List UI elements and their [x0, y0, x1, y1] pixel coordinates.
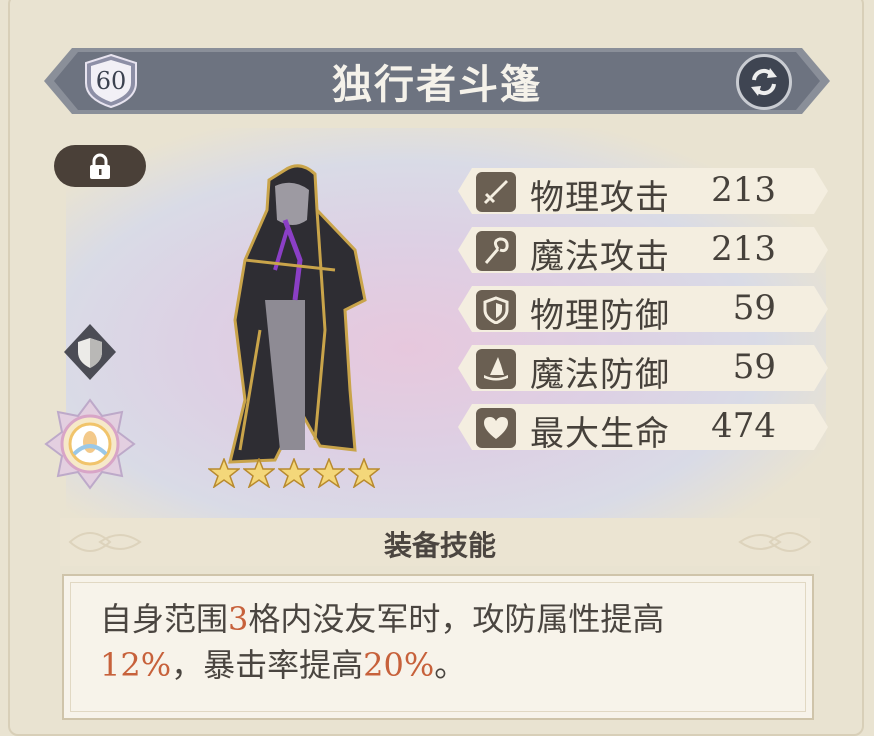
desc-text: 格内没友军时，攻防属性提高 — [248, 600, 665, 638]
lock-button[interactable] — [54, 145, 146, 187]
star-icon — [278, 458, 310, 488]
cloak-equipment-image[interactable] — [205, 150, 375, 470]
stat-label: 物理攻击 — [530, 178, 670, 218]
stat-label: 物理防御 — [530, 296, 670, 336]
swap-icon — [751, 68, 777, 96]
desc-highlight: 12% — [100, 646, 172, 684]
stat-row-magic-defense: 魔法防御 59 — [458, 343, 828, 395]
shield-icon — [476, 290, 516, 330]
skill-header-title: 装备技能 — [383, 529, 496, 562]
stat-row-magic-attack: 魔法攻击 213 — [458, 225, 828, 277]
defense-type-icon — [64, 324, 116, 380]
star-icon — [208, 458, 240, 488]
stat-label: 魔法防御 — [530, 355, 670, 395]
star-icon — [313, 458, 345, 488]
star-icon — [348, 458, 380, 488]
title-bar: 60 独行者斗篷 — [44, 42, 830, 120]
stat-label: 魔法攻击 — [530, 237, 670, 277]
stat-label: 最大生命 — [530, 414, 670, 454]
stat-value: 474 — [711, 406, 776, 446]
staff-icon — [476, 231, 516, 271]
stat-row-max-hp: 最大生命 474 — [458, 402, 828, 454]
stat-value: 213 — [711, 170, 776, 210]
skill-section-header: 装备技能 — [60, 514, 820, 570]
stat-value: 59 — [732, 347, 776, 387]
lock-icon — [90, 153, 110, 179]
item-name: 独行者斗篷 — [332, 61, 542, 108]
skill-description: 自身范围3格内没友军时，攻防属性提高 12%，暴击率提高20%。 — [100, 596, 780, 688]
stat-row-physical-defense: 物理防御 59 — [458, 284, 828, 336]
heart-icon — [476, 408, 516, 448]
swap-equipment-button[interactable] — [736, 54, 792, 110]
desc-text: 。 — [434, 646, 467, 684]
stat-value: 213 — [711, 229, 776, 269]
desc-text: ，暴击率提高 — [171, 646, 364, 684]
sword-icon — [476, 172, 516, 212]
stat-value: 59 — [732, 288, 776, 328]
star-icon — [243, 458, 275, 488]
desc-highlight: 20% — [363, 646, 435, 684]
skill-description-box: 自身范围3格内没友军时，攻防属性提高 12%，暴击率提高20%。 — [62, 574, 814, 720]
stat-row-physical-attack: 物理攻击 213 — [458, 166, 828, 218]
star-rating — [208, 458, 380, 488]
desc-highlight: 3 — [228, 600, 249, 638]
wizard-hat-icon — [476, 349, 516, 389]
class-emblem-icon — [44, 398, 136, 490]
desc-text: 自身范围 — [100, 600, 229, 638]
